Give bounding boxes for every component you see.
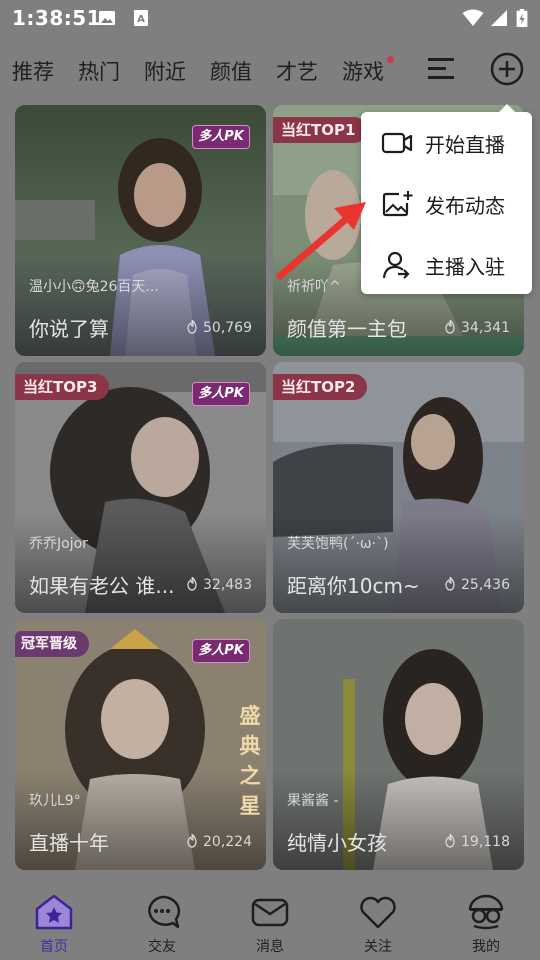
menu-host-signup-label: 主播入驻 (425, 255, 505, 279)
flame-icon (445, 577, 455, 591)
flame-icon (445, 320, 455, 334)
host-name: 祈祈吖^ (287, 279, 341, 295)
category-tab-bar: 推荐 热门 附近 颜值 才艺 游戏 (0, 36, 540, 100)
host-name: 芙芙饱鸭(ˊ·ω·ˋ) (287, 536, 389, 552)
viewer-count-value: 19,118 (461, 834, 510, 850)
flame-icon (445, 834, 455, 848)
nav-home[interactable]: 首页 (0, 874, 108, 960)
rank-badge: 当红TOP3 (15, 374, 110, 400)
nav-profile-label: 我的 (472, 939, 500, 955)
host-name: 乔乔Jojor (29, 536, 88, 552)
signal-icon (491, 10, 507, 26)
viewer-count-value: 50,769 (203, 320, 252, 336)
live-room-card[interactable]: 当红TOP2 芙芙饱鸭(ˊ·ω·ˋ) 距离你10cm~ 25,436 (273, 362, 524, 613)
menu-host-signup[interactable]: 主播入驻 (361, 234, 532, 294)
live-room-card[interactable]: 多人PK 温小小🙃兔26百天... 你说了算 50,769 (15, 105, 266, 356)
room-title: 距离你10cm~ (287, 574, 420, 598)
flame-icon (187, 320, 197, 334)
nav-friends-label: 交友 (148, 939, 176, 955)
image-plus-icon (382, 191, 413, 217)
viewer-count-value: 32,483 (203, 577, 252, 593)
room-title: 颜值第一主包 (287, 317, 407, 341)
host-name: 果酱酱 - (287, 793, 339, 809)
live-room-card[interactable]: 冠军晋级 多人PK 盛典之星 玖儿L9° 直播十年 20,224 (15, 619, 266, 870)
mail-icon (251, 898, 289, 927)
champion-badge: 冠军晋级 (15, 631, 89, 657)
room-title: 纯情小女孩 (287, 831, 387, 855)
room-title: 直播十年 (29, 831, 109, 855)
wifi-icon (462, 9, 484, 26)
nav-profile[interactable]: 我的 (432, 874, 540, 960)
glasses-face-icon (468, 894, 504, 930)
tab-nearby[interactable]: 附近 (144, 56, 186, 86)
viewer-count: 34,341 (443, 320, 510, 336)
nav-home-label: 首页 (40, 939, 68, 955)
viewer-count: 50,769 (185, 320, 252, 336)
menu-post-moment-label: 发布动态 (425, 194, 505, 218)
viewer-count-value: 34,341 (461, 320, 510, 336)
nav-friends[interactable]: 交友 (108, 874, 216, 960)
menu-post-moment[interactable]: 发布动态 (361, 173, 532, 233)
nav-following-label: 关注 (364, 939, 392, 955)
nav-messages-label: 消息 (256, 939, 284, 955)
user-add-icon (382, 251, 410, 279)
viewer-count: 32,483 (185, 577, 252, 593)
live-room-card[interactable]: 果酱酱 - 纯情小女孩 19,118 (273, 619, 524, 870)
gallery-notification-icon (99, 11, 115, 25)
festival-star-label: 盛典之星 (239, 704, 261, 818)
tab-talent[interactable]: 才艺 (276, 56, 318, 86)
flame-icon (187, 834, 197, 848)
menu-icon[interactable] (428, 56, 454, 80)
tab-hot[interactable]: 热门 (78, 56, 120, 86)
flame-icon (187, 577, 197, 591)
bottom-navigation: 首页 交友 消息 关注 我的 (0, 874, 540, 960)
viewer-count-value: 25,436 (461, 577, 510, 593)
heart-icon (360, 896, 396, 929)
multi-pk-badge: 多人PK (192, 639, 250, 663)
video-camera-icon (381, 132, 413, 154)
rank-badge: 当红TOP2 (273, 374, 368, 400)
live-room-card[interactable]: 当红TOP3 多人PK 乔乔Jojor 如果有老公 谁... 32,483 (15, 362, 266, 613)
app-notification-icon: A (134, 10, 148, 26)
tab-looks[interactable]: 颜值 (210, 56, 252, 86)
multi-pk-badge: 多人PK (192, 382, 250, 406)
tab-games-new-dot (387, 56, 394, 63)
host-name: 玖儿L9° (29, 793, 81, 809)
create-popup-menu: 开始直播 发布动态 主播入驻 (361, 104, 532, 294)
viewer-count-value: 20,224 (203, 834, 252, 850)
menu-start-live-label: 开始直播 (425, 133, 505, 157)
status-bar: 1:38:51 A (0, 0, 540, 36)
status-time: 1:38:51 (12, 6, 102, 30)
room-title: 你说了算 (29, 317, 109, 341)
tab-games[interactable]: 游戏 (342, 56, 384, 86)
viewer-count: 20,224 (185, 834, 252, 850)
home-icon (35, 894, 73, 930)
rank-badge: 当红TOP1 (273, 117, 368, 143)
room-title: 如果有老公 谁... (29, 574, 175, 598)
host-name: 温小小🙃兔26百天... (29, 279, 159, 295)
viewer-count: 19,118 (443, 834, 510, 850)
nav-following[interactable]: 关注 (324, 874, 432, 960)
nav-messages[interactable]: 消息 (216, 874, 324, 960)
battery-icon (516, 9, 528, 27)
add-circle-icon[interactable] (490, 52, 524, 86)
chat-bubble-icon (148, 895, 181, 929)
tab-recommend[interactable]: 推荐 (12, 56, 54, 86)
viewer-count: 25,436 (443, 577, 510, 593)
multi-pk-badge: 多人PK (192, 125, 250, 149)
menu-start-live[interactable]: 开始直播 (361, 112, 532, 172)
svg-text:A: A (137, 14, 145, 25)
